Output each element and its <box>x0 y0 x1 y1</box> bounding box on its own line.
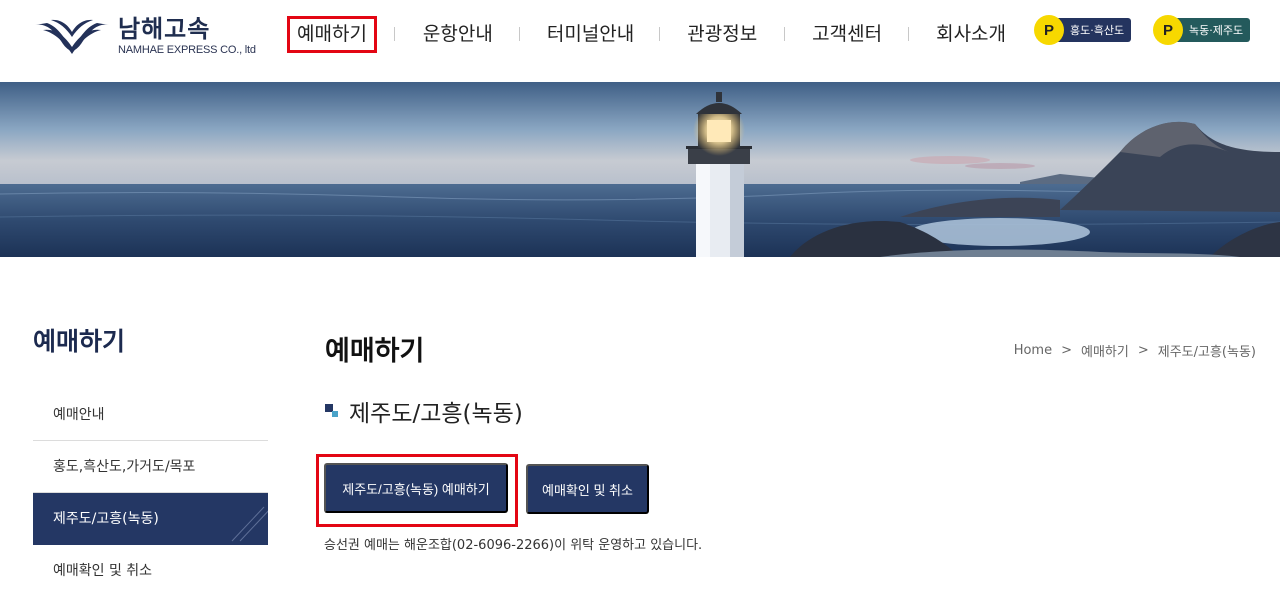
logo-korean-name: 남해고속 <box>118 15 211 43</box>
sidebar-menu: 예매안내 홍도,흑산도,가거도/목포 제주도/고흥(녹동) 예매확인 및 취소 <box>33 389 268 591</box>
nav-item-tourism[interactable]: 관광정보 <box>687 19 757 49</box>
sidebar-item-jeju-goheung[interactable]: 제주도/고흥(녹동) <box>33 493 268 545</box>
quick-link-label: 녹동·제주도 <box>1175 18 1251 42</box>
sidebar-title: 예매하기 <box>33 327 126 356</box>
nav-divider <box>784 27 786 41</box>
nav-item-reservation[interactable]: 예매하기 <box>287 15 377 53</box>
sidebar-item-check-cancel[interactable]: 예매확인 및 취소 <box>33 545 268 591</box>
site-logo[interactable]: 남해고속 NAMHAE EXPRESS CO., ltd <box>33 8 263 64</box>
breadcrumb: Home > 예매하기 > 제주도/고흥(녹동) <box>1014 341 1256 360</box>
page-title: 예매하기 <box>325 336 425 367</box>
sidebar-item-reservation-guide[interactable]: 예매안내 <box>33 389 268 441</box>
section-title: 제주도/고흥(녹동) <box>349 401 523 427</box>
namhae-logo-mark-icon <box>35 19 109 54</box>
quick-link-hongdo[interactable]: P 홍도·흑산도 <box>1034 15 1132 45</box>
nav-item-company[interactable]: 회사소개 <box>936 19 1006 49</box>
site-header: 남해고속 NAMHAE EXPRESS CO., ltd 예매하기 운항안내 터… <box>0 0 1280 82</box>
breadcrumb-current: 제주도/고흥(녹동) <box>1157 345 1256 360</box>
nav-divider <box>908 27 910 41</box>
parking-p-icon: P <box>1153 15 1183 45</box>
nav-item-customer-center[interactable]: 고객센터 <box>812 19 882 49</box>
logo-english-name: NAMHAE EXPRESS CO., ltd <box>118 44 256 56</box>
breadcrumb-home[interactable]: Home <box>1014 343 1052 358</box>
nav-divider <box>659 27 661 41</box>
square-bullet-icon <box>325 404 339 418</box>
book-jeju-goheung-button[interactable]: 제주도/고흥(녹동) 예매하기 <box>324 463 508 513</box>
sidebar-item-label: 제주도/고흥(녹동) <box>53 511 159 527</box>
check-cancel-booking-button[interactable]: 예매확인 및 취소 <box>526 464 649 514</box>
section-heading: 제주도/고흥(녹동) <box>325 394 523 428</box>
breadcrumb-separator: > <box>1137 343 1149 358</box>
nav-divider <box>393 27 395 41</box>
quick-link-nokdong[interactable]: P 녹동·제주도 <box>1153 15 1251 45</box>
main-navigation: 예매하기 운항안내 터미널안내 관광정보 고객센터 회사소개 <box>287 15 1006 53</box>
breadcrumb-separator: > <box>1061 343 1072 358</box>
quick-link-label: 홍도·흑산도 <box>1056 18 1132 42</box>
breadcrumb-reservation[interactable]: 예매하기 <box>1081 341 1129 360</box>
nav-item-schedule[interactable]: 운항안내 <box>423 19 493 49</box>
booking-notice-text: 승선권 예매는 해운조합(02-6096-2266)이 위탁 운영하고 있습니다… <box>324 538 703 553</box>
hero-banner-lighthouse-image <box>0 82 1280 257</box>
diagonal-lines-decoration-icon <box>231 506 268 542</box>
nav-divider <box>518 27 520 41</box>
nav-item-terminal[interactable]: 터미널안내 <box>547 19 634 49</box>
sidebar-item-hongdo-heuksando[interactable]: 홍도,흑산도,가거도/목포 <box>33 441 268 493</box>
parking-p-icon: P <box>1034 15 1064 45</box>
